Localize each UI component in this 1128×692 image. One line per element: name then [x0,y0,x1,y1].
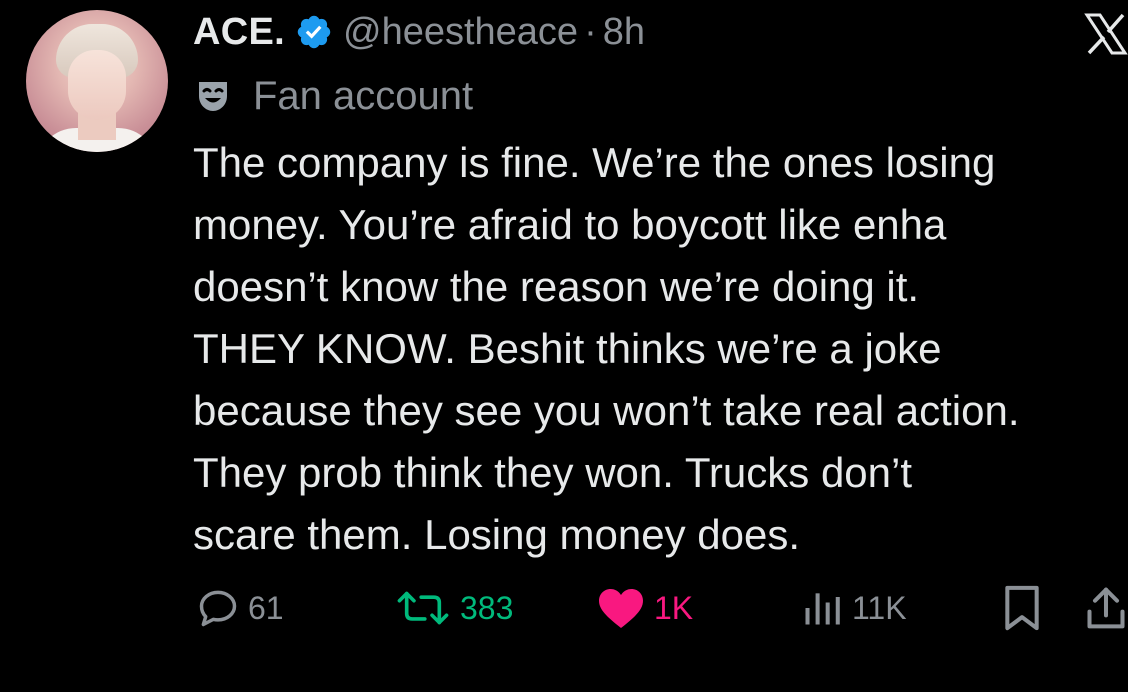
tweet-text-line: The company is fine. We’re the ones losi… [193,139,996,186]
tweet-header: ACE. @heestheace · 8h [193,8,645,56]
tweet-text-line: THEY KNOW. Beshit thinks we’re a joke [193,325,942,372]
heart-icon [599,589,643,628]
bookmark-button[interactable] [1000,578,1044,638]
repost-icon [397,591,449,625]
reply-button[interactable]: 61 [196,578,284,638]
bookmark-icon [1005,585,1039,631]
verified-badge-icon [297,15,331,49]
repost-count: 383 [460,589,514,626]
tweet-text: The company is fine. We’re the ones losi… [193,132,1128,566]
theater-mask-icon [199,82,227,111]
reply-icon [199,590,237,627]
like-count: 1K [654,589,694,626]
tweet-text-line: because they see you won’t take real act… [193,387,1020,434]
action-bar: 61 383 1K 11K [0,578,1128,638]
avatar-face [68,50,126,120]
views-button[interactable]: 11K [800,578,907,638]
like-button[interactable]: 1K [596,578,693,638]
tweet-text-line: scare them. Losing money does. [193,511,800,558]
repost-button[interactable]: 383 [394,578,513,638]
views-icon [805,593,840,625]
tweet[interactable]: ACE. @heestheace · 8h Fan account The co… [0,0,1128,692]
tweet-text-line: They prob think they won. Trucks don’t [193,449,913,496]
tweet-text-line: money. You’re afraid to boycott like enh… [193,201,947,248]
timestamp[interactable]: 8h [603,11,645,54]
separator-dot: · [584,10,597,53]
share-icon [1087,587,1125,629]
views-count: 11K [852,589,907,626]
reply-count: 61 [248,589,284,626]
x-logo-icon[interactable] [1084,12,1128,56]
avatar[interactable] [26,10,168,152]
display-name[interactable]: ACE. [193,11,285,54]
fan-account-label: Fan account [253,73,474,118]
handle[interactable]: @heestheace [343,11,578,54]
tweet-text-line: doesn’t know the reason we’re doing it. [193,263,920,310]
share-button[interactable] [1084,578,1128,638]
account-label: Fan account [195,72,473,120]
